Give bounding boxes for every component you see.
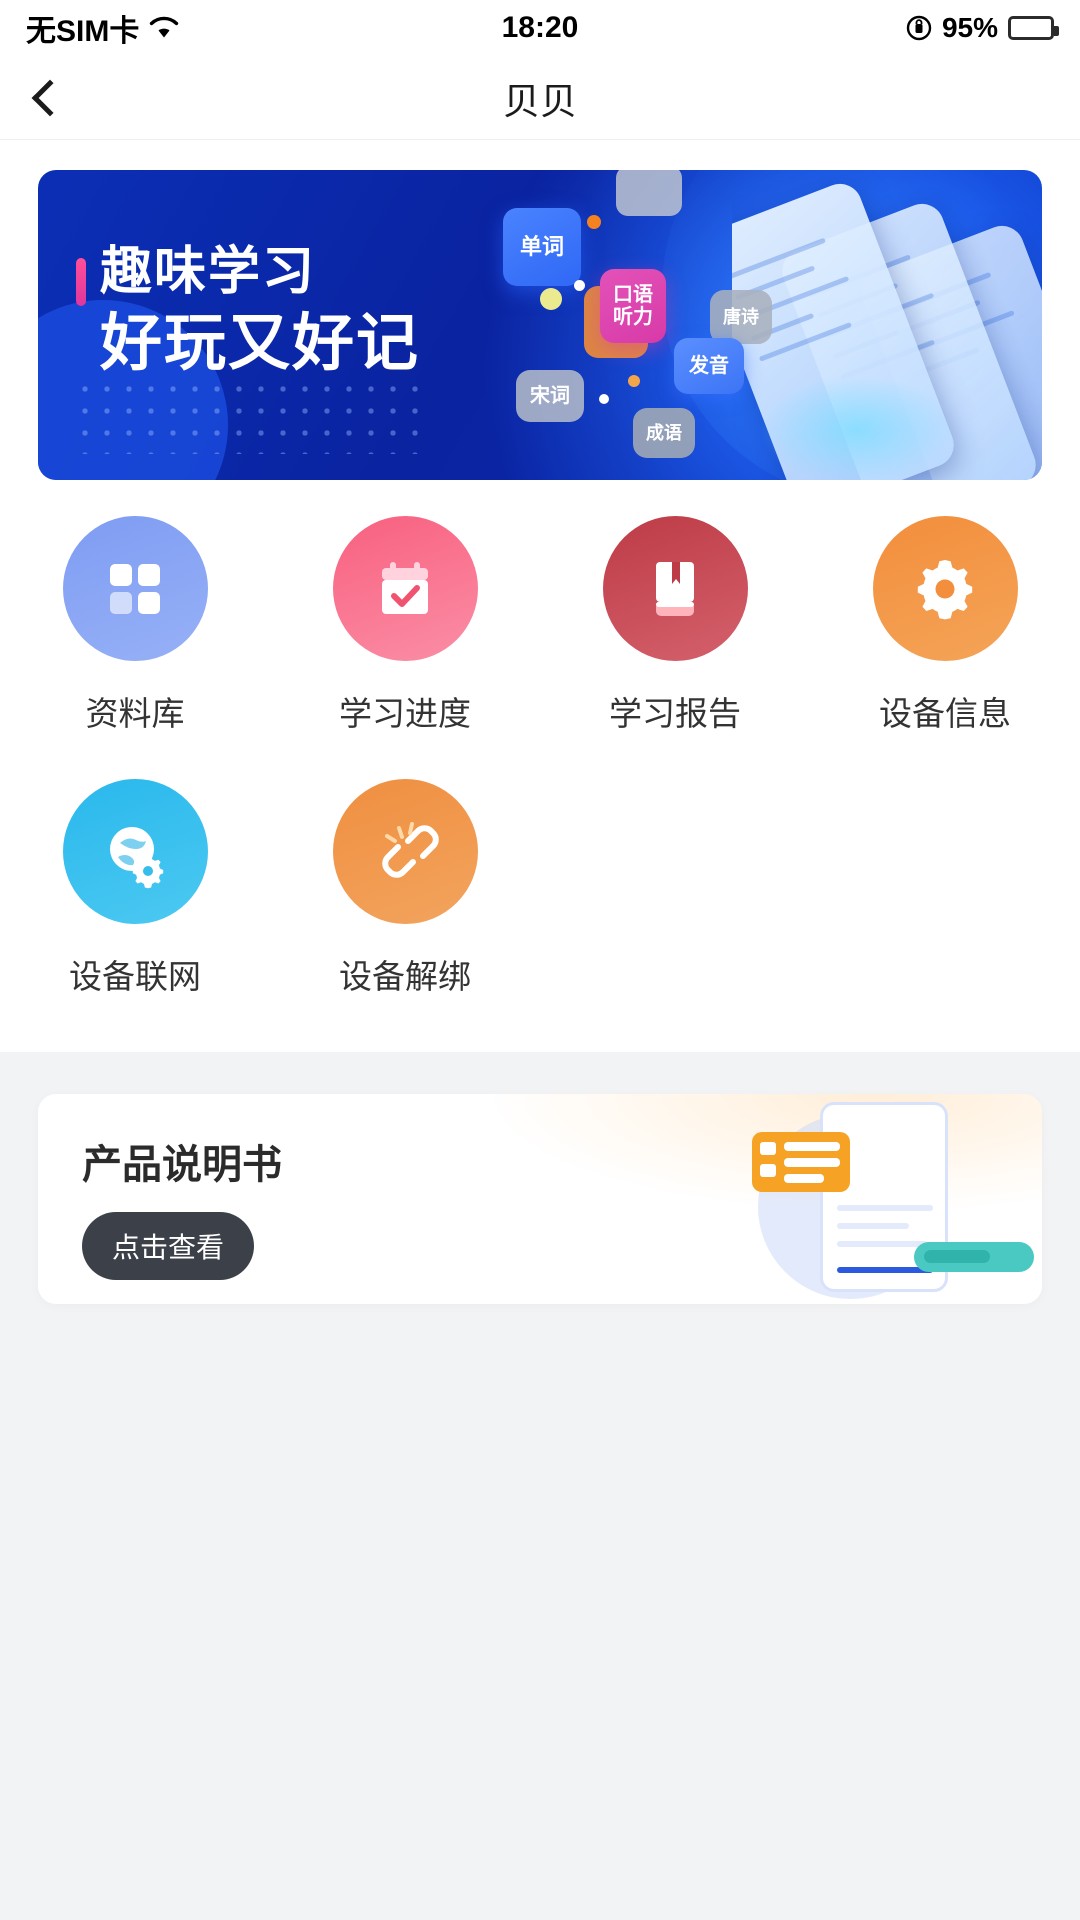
status-bar-right: 95% <box>906 12 1059 44</box>
status-bar: 无SIM卡 18:20 95% <box>0 0 1080 56</box>
banner-dot-orange <box>587 215 601 229</box>
report-icon-circle <box>602 516 748 661</box>
banner-card-stack <box>732 170 1042 480</box>
manual-card-title: 产品说明书 <box>82 1143 282 1187</box>
back-button[interactable] <box>0 56 100 140</box>
progress-icon-circle <box>332 516 478 661</box>
grid-item-device-unbind-label: 设备解绑 <box>339 958 471 995</box>
gear-icon <box>917 559 973 619</box>
document-list-icon <box>752 1132 850 1192</box>
banner-dot-pattern <box>74 378 434 454</box>
grid-item-progress-label: 学习进度 <box>339 695 471 732</box>
product-manual-card[interactable]: 产品说明书 点击查看 <box>38 1094 1042 1304</box>
grid-spacer-2 <box>810 779 1080 998</box>
page-body: 趣味学习 好玩又好记 单词 口语 听力 唐诗 发音 宋词 成语 资料库 学习进度… <box>0 140 1080 1304</box>
grid-item-device-info[interactable]: 设备信息 <box>810 516 1080 735</box>
grid-item-device-info-label: 设备信息 <box>879 695 1011 732</box>
banner-headline: 趣味学习 好玩又好记 <box>100 242 420 380</box>
calendar-check-icon <box>382 561 428 614</box>
status-bar-left: 无SIM卡 <box>26 6 179 50</box>
broken-chain-link-icon <box>382 821 439 878</box>
battery-icon <box>1008 16 1059 40</box>
book-bookmark-icon <box>656 561 694 616</box>
globe-gear-icon <box>110 826 164 888</box>
promo-banner[interactable]: 趣味学习 好玩又好记 单词 口语 听力 唐诗 发音 宋词 成语 <box>38 170 1042 480</box>
banner-dot-orange-2 <box>628 375 640 387</box>
manual-pen-decor <box>914 1242 1034 1272</box>
banner-dot-white-1 <box>574 280 585 291</box>
carrier-label: 无SIM卡 <box>26 15 140 48</box>
banner-tag-tang-poetry: 唐诗 <box>710 290 772 344</box>
banner-tag-song-ci: 宋词 <box>516 370 584 422</box>
rotation-lock-icon <box>906 15 932 41</box>
grid-spacer-1 <box>540 779 810 998</box>
banner-dot-yellow <box>540 288 562 310</box>
device-network-icon-circle <box>62 779 208 924</box>
device-unbind-icon-circle <box>332 779 478 924</box>
grid-item-report[interactable]: 学习报告 <box>540 516 810 735</box>
page-title: 贝贝 <box>503 80 577 122</box>
banner-tag-pronunciation: 发音 <box>674 338 744 394</box>
banner-tag-idiom: 成语 <box>633 408 695 458</box>
grid-item-report-label: 学习报告 <box>609 695 741 732</box>
battery-percent-label: 95% <box>941 12 998 43</box>
manual-card-illustration <box>752 1096 1034 1304</box>
banner-tag-listening-line1: 口语 <box>613 283 653 306</box>
grid-item-device-network[interactable]: 设备联网 <box>0 779 270 998</box>
view-manual-button[interactable]: 点击查看 <box>82 1212 255 1280</box>
grid-item-library[interactable]: 资料库 <box>0 516 270 735</box>
chevron-left-icon <box>31 79 69 116</box>
banner-accent-bar <box>76 258 86 306</box>
banner-section: 趣味学习 好玩又好记 单词 口语 听力 唐诗 发音 宋词 成语 <box>0 140 1080 480</box>
feature-grid: 资料库 学习进度 学习报告 设备信息 设备联网 设备解绑 <box>0 480 1080 1052</box>
nav-bar: 贝贝 <box>0 56 1080 140</box>
grid-item-library-label: 资料库 <box>85 695 185 732</box>
banner-headline-line2: 好玩又好记 <box>100 309 421 379</box>
grid-item-device-unbind[interactable]: 设备解绑 <box>270 779 540 998</box>
library-icon-circle <box>62 516 208 661</box>
wifi-icon <box>149 16 179 40</box>
banner-dot-white-2 <box>599 394 609 404</box>
device-info-icon-circle <box>872 516 1018 661</box>
banner-tag-listening: 口语 听力 <box>600 269 666 343</box>
grid-squares-icon <box>110 563 160 614</box>
grid-item-progress[interactable]: 学习进度 <box>270 516 540 735</box>
grid-item-device-network-label: 设备联网 <box>69 958 201 995</box>
manual-card-section: 产品说明书 点击查看 <box>0 1052 1080 1304</box>
banner-bottom-glow <box>752 370 962 480</box>
banner-headline-line1: 趣味学习 <box>100 243 317 301</box>
banner-tag-word: 单词 <box>503 208 581 286</box>
banner-tag-grey-decor <box>616 170 682 216</box>
banner-tag-listening-line2: 听力 <box>613 306 653 328</box>
